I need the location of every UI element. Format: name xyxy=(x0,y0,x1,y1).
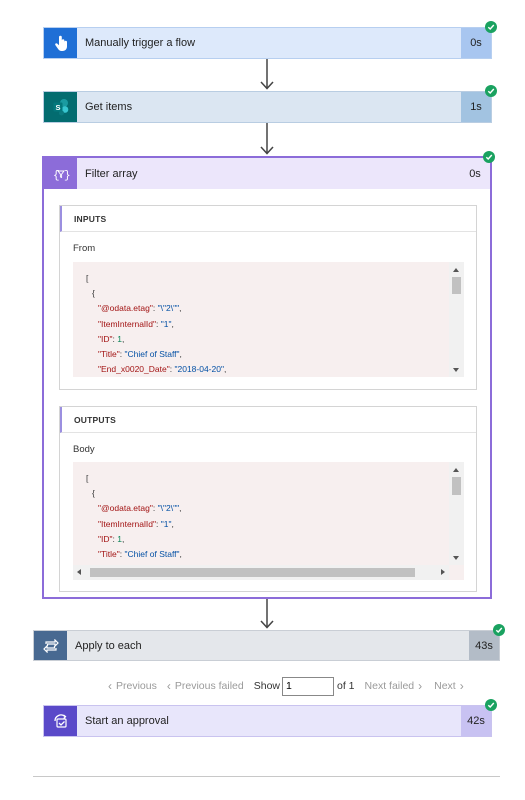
chevron-right-icon[interactable]: › xyxy=(418,679,422,693)
success-check-icon xyxy=(485,85,497,97)
page-number-input[interactable] xyxy=(282,676,334,696)
step-duration: 0s xyxy=(461,28,491,58)
scroll-thumb[interactable] xyxy=(452,277,461,294)
show-label: Show xyxy=(253,680,280,692)
scroll-down-icon[interactable] xyxy=(453,368,459,372)
chevron-right-icon[interactable]: › xyxy=(460,679,464,693)
scroll-up-icon[interactable] xyxy=(453,468,459,472)
from-label: From xyxy=(73,243,96,254)
step-title: Start an approval xyxy=(85,715,169,727)
step-duration: 1s xyxy=(461,92,491,122)
scroll-thumb[interactable] xyxy=(90,568,415,577)
outputs-code-viewer[interactable]: [{"@odata.etag": "\"2\"", "ItemInternalId… xyxy=(73,462,464,580)
code-line: "End_x0020_Date": "2018-04-20", xyxy=(98,364,227,375)
previous-failed-button[interactable]: Previous failed xyxy=(175,680,244,692)
step-manually-trigger[interactable]: Manually trigger a flow 0s xyxy=(43,27,492,59)
code-line: "ID": 1, xyxy=(98,333,125,344)
code-line: "@odata.etag": "\"2\"", xyxy=(98,503,182,514)
success-check-icon xyxy=(485,699,497,711)
svg-text:S: S xyxy=(55,103,60,112)
next-failed-button[interactable]: Next failed xyxy=(365,680,415,692)
code-line: [ xyxy=(86,273,89,283)
code-line: "@odata.etag": "\"2\"", xyxy=(98,303,182,314)
code-line: "Title": "Chief of Staff", xyxy=(98,549,182,560)
inputs-panel: INPUTS From [{"@odata.etag": "\"2\"", "It… xyxy=(59,205,477,390)
chevron-left-icon[interactable]: ‹ xyxy=(108,679,112,693)
previous-button[interactable]: Previous xyxy=(116,680,157,692)
step-duration: 0s xyxy=(460,158,490,189)
inputs-code-viewer[interactable]: [{"@odata.etag": "\"2\"", "ItemInternalId… xyxy=(73,262,464,377)
step-title: Manually trigger a flow xyxy=(85,37,196,49)
scroll-left-icon[interactable] xyxy=(77,569,81,575)
code-line: [ xyxy=(86,473,89,483)
step-title: Filter array xyxy=(85,167,138,180)
step-apply-to-each[interactable]: Apply to each 43s xyxy=(33,630,500,661)
outputs-header: OUTPUTS xyxy=(60,407,476,433)
apply-to-each-container: Apply to each 43s xyxy=(33,630,500,777)
body-label: Body xyxy=(73,444,95,455)
step-filter-array[interactable]: { } Filter array 0s xyxy=(44,158,490,189)
success-check-icon xyxy=(485,21,497,33)
step-duration: 43s xyxy=(469,631,499,660)
scroll-down-icon[interactable] xyxy=(453,556,459,560)
step-title: Get items xyxy=(85,101,133,113)
outputs-panel: OUTPUTS Body [{"@odata.etag": "\"2\"", "I… xyxy=(59,406,477,592)
chevron-left-icon[interactable]: ‹ xyxy=(167,679,171,693)
code-line: "ItemInternalId": "1", xyxy=(98,318,174,329)
scroll-up-icon[interactable] xyxy=(453,268,459,272)
scroll-right-icon[interactable] xyxy=(441,569,445,575)
code-line: { xyxy=(92,488,95,499)
vertical-scrollbar[interactable] xyxy=(449,262,464,377)
success-check-icon xyxy=(493,624,505,636)
svg-text:}: } xyxy=(64,170,70,181)
success-check-icon xyxy=(483,151,495,163)
connector-arrow xyxy=(260,599,274,630)
inputs-header: INPUTS xyxy=(60,206,476,232)
code-lines: [{"@odata.etag": "\"2\"", "ItemInternalId… xyxy=(86,271,226,377)
code-line: { xyxy=(92,288,95,299)
code-line: "Title": "Chief of Staff", xyxy=(98,349,182,360)
hand-tap-icon xyxy=(44,28,77,58)
code-line: "ItemInternalId": "1", xyxy=(98,518,174,529)
step-get-items[interactable]: S Get items 1s xyxy=(43,91,492,123)
scroll-thumb[interactable] xyxy=(452,477,461,495)
iteration-pager: ‹ Previous ‹ Previous failed Show of 1 N… xyxy=(40,676,480,696)
step-start-approval[interactable]: Start an approval 42s xyxy=(43,705,492,737)
horizontal-scrollbar[interactable] xyxy=(73,565,449,580)
connector-arrow xyxy=(260,59,274,91)
loop-icon xyxy=(34,631,67,660)
step-filter-array-card: { } Filter array 0s INPUTS From [{"@odat… xyxy=(42,156,492,599)
approval-icon xyxy=(44,706,77,736)
code-lines: [{"@odata.etag": "\"2\"", "ItemInternalId… xyxy=(86,471,182,562)
next-button[interactable]: Next xyxy=(434,680,456,692)
step-duration: 42s xyxy=(461,706,491,736)
page-count-label: of 1 xyxy=(337,680,355,692)
sharepoint-icon: S xyxy=(44,92,77,122)
connector-arrow xyxy=(260,123,274,156)
step-title: Apply to each xyxy=(75,639,142,652)
code-line: "ID": 1, xyxy=(98,533,125,544)
vertical-scrollbar[interactable] xyxy=(449,462,464,565)
filter-expression-icon: { } xyxy=(44,158,77,189)
